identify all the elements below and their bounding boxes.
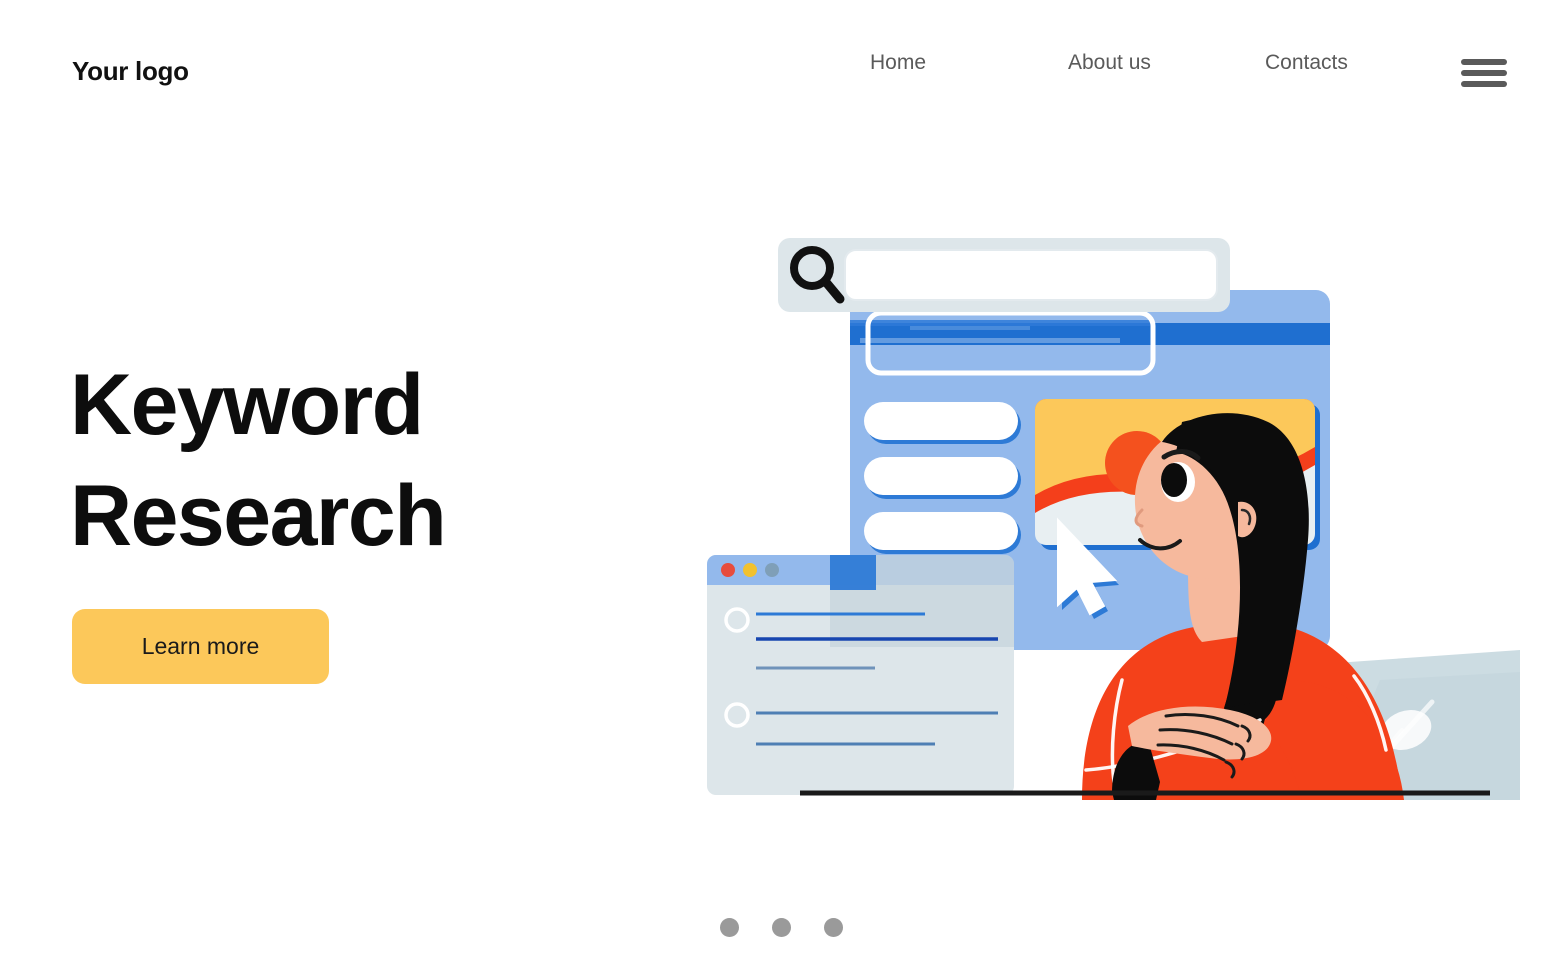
traffic-light-gray[interactable] — [765, 563, 779, 577]
hero-illustration — [690, 210, 1520, 820]
hamburger-bar-2 — [1461, 70, 1507, 76]
hamburger-bar-3 — [1461, 81, 1507, 87]
landing-page: Your logo Home About us Contacts Keyword… — [0, 0, 1568, 980]
site-logo[interactable]: Your logo — [72, 58, 189, 84]
learn-more-button[interactable]: Learn more — [72, 609, 329, 684]
nav-item-contacts[interactable]: Contacts — [1265, 51, 1348, 75]
search-bar[interactable] — [778, 238, 1230, 312]
result-row-list — [864, 402, 1021, 554]
browser-window — [707, 555, 1014, 795]
carousel-dot-2[interactable] — [772, 918, 791, 937]
traffic-light-red[interactable] — [721, 563, 735, 577]
page-title-line-1: Keyword — [70, 356, 424, 453]
page-title: Keyword Research — [70, 350, 630, 574]
traffic-light-yellow[interactable] — [743, 563, 757, 577]
carousel-dot-1[interactable] — [720, 918, 739, 937]
hamburger-menu-icon[interactable] — [1461, 56, 1507, 90]
carousel-dots — [720, 918, 843, 937]
page-title-line-2: Research — [70, 468, 447, 565]
nav-item-home[interactable]: Home — [870, 51, 926, 75]
nav-item-about-us[interactable]: About us — [1068, 51, 1151, 75]
carousel-dot-3[interactable] — [824, 918, 843, 937]
hamburger-bar-1 — [1461, 59, 1507, 65]
site-header: Your logo Home About us Contacts — [0, 0, 1568, 140]
